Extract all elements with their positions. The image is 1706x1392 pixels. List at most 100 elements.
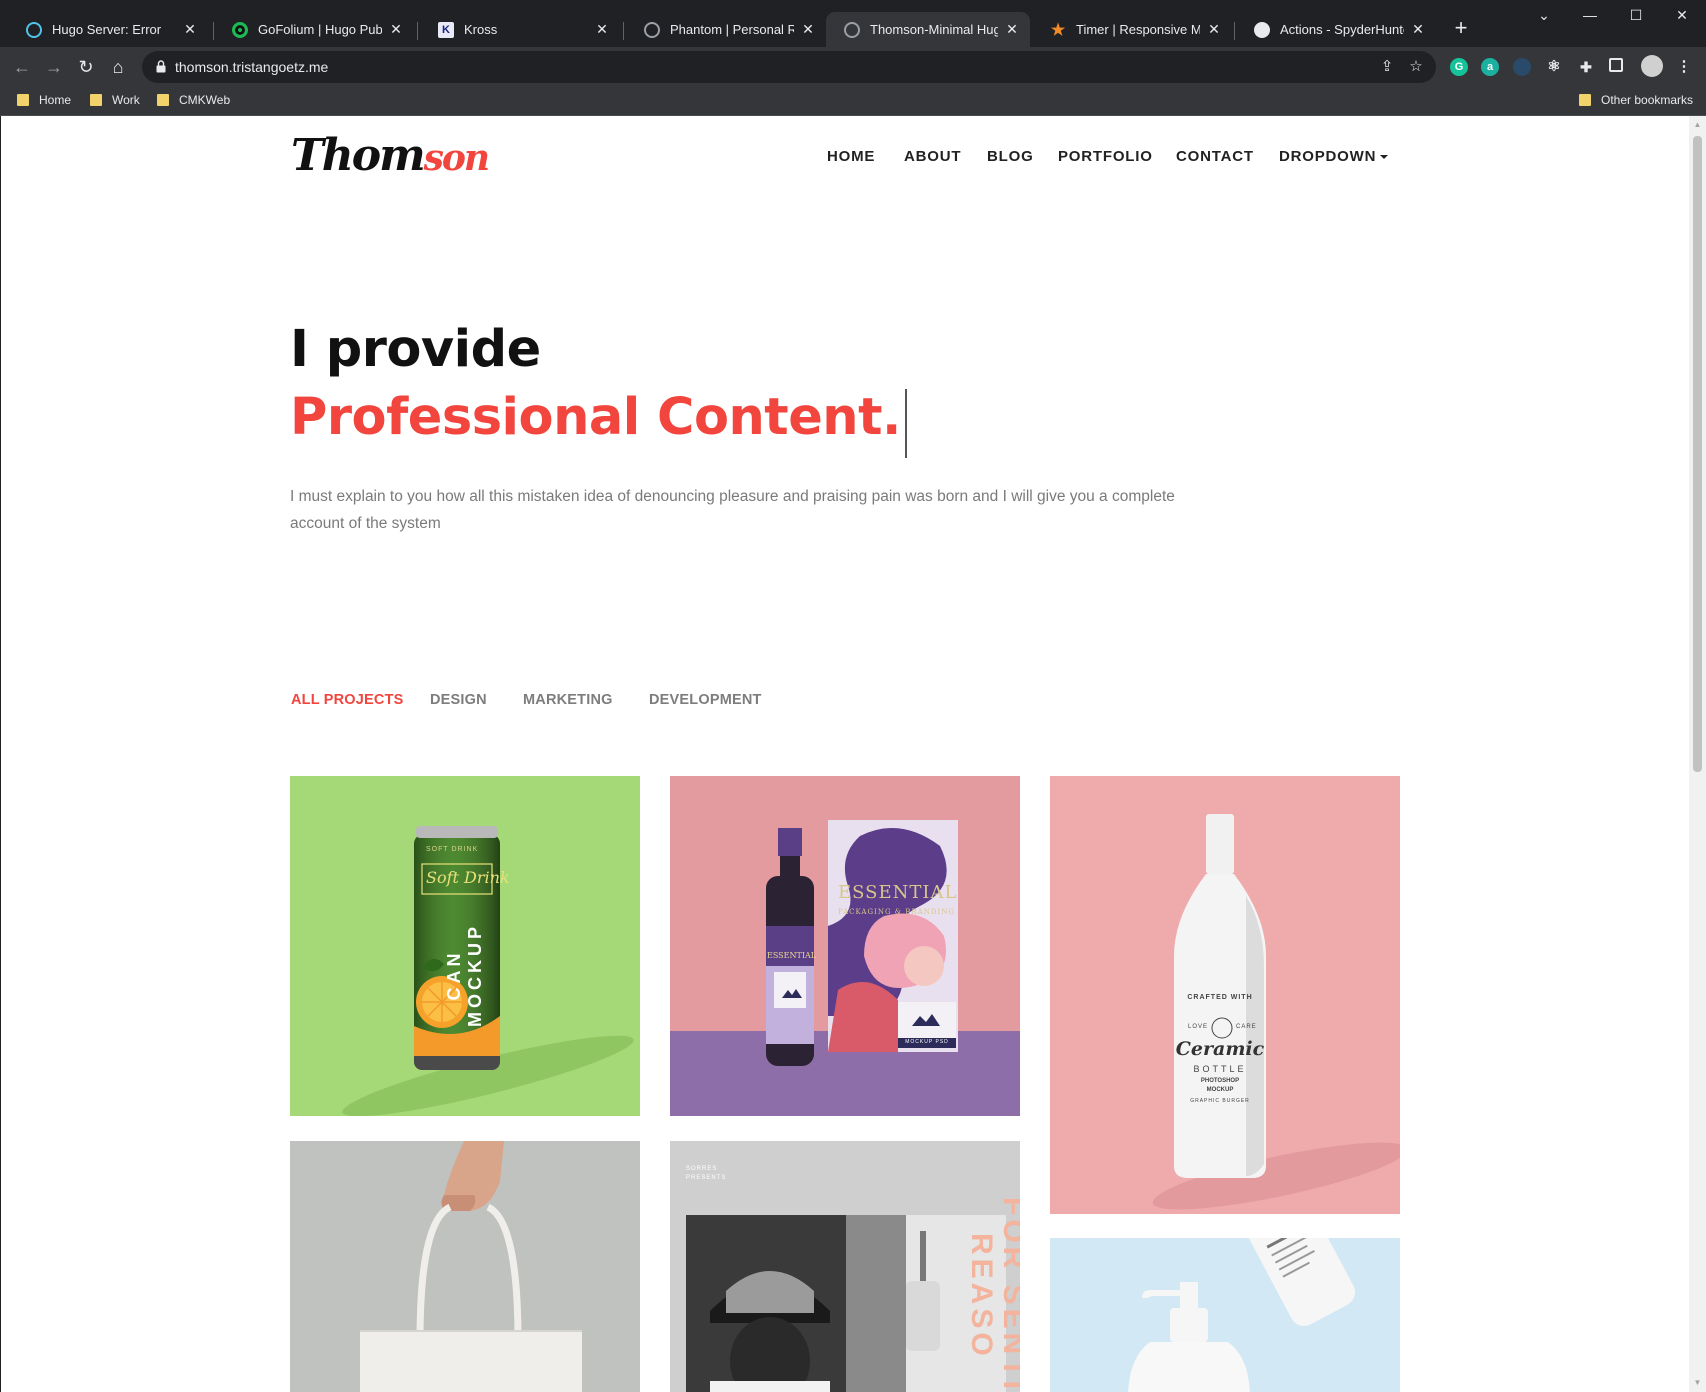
page-viewport: Thomson HOME ABOUT BLOG PORTFOLIO CONTAC… — [1, 116, 1689, 1392]
essential-box-title: ESSENTIAL — [838, 882, 958, 903]
folder-icon — [90, 94, 102, 106]
browser-menu-icon[interactable]: ⋮ — [1675, 58, 1693, 76]
bookmark-label: Home — [39, 93, 72, 107]
hero-description: I must explain to you how all this mista… — [290, 488, 1175, 532]
tab-github-actions[interactable]: Actions - SpyderHunter03/ ✕ — [1236, 12, 1436, 47]
lock-icon — [156, 60, 166, 73]
site-logo[interactable]: Thomson — [291, 130, 490, 181]
ceramic-label-line5: GRAPHIC BURGER — [1190, 1098, 1250, 1104]
bookmark-work[interactable]: Work — [90, 93, 140, 107]
profile-avatar[interactable] — [1641, 55, 1663, 77]
logo-main: Thom — [291, 130, 426, 181]
portfolio-item-soft-drink[interactable]: SOFT DRINK Soft Drink CAN MOCKUP — [290, 776, 640, 1116]
tab-title: Thomson-Minimal Hugo P — [870, 22, 998, 37]
minimize-button[interactable]: — — [1567, 0, 1613, 30]
tab-divider — [1234, 22, 1235, 40]
typing-cursor — [905, 389, 907, 458]
bookmark-label: Work — [112, 93, 140, 107]
essential-box-subtitle: PACKAGING & BRANDING — [838, 908, 955, 916]
bookmarks-bar: Home Work CMKWeb Other bookmarks — [0, 87, 1706, 116]
extension-blue-icon[interactable] — [1513, 58, 1531, 76]
back-button[interactable]: ← — [10, 55, 34, 79]
nav-dropdown[interactable]: DROPDOWN — [1279, 148, 1389, 165]
address-bar[interactable]: thomson.tristangoetz.me ⇪ ☆ — [142, 51, 1436, 83]
tab-divider — [417, 22, 418, 40]
page-scrollbar[interactable]: ▲ ▼ — [1689, 116, 1706, 1392]
can-mockup-text: CAN MOCKUP — [444, 923, 485, 1027]
portfolio-item-pump-bottle[interactable] — [1050, 1238, 1400, 1392]
caret-down-icon — [1380, 155, 1389, 160]
portfolio-item-poster[interactable]: SORRES PRESENTS FOR SENTI REASO — [670, 1141, 1020, 1392]
nav-about[interactable]: ABOUT — [904, 148, 961, 165]
portfolio-item-ceramic-bottle[interactable]: CRAFTED WITH LOVE CARE Ceramic BOTTLE PH… — [1050, 776, 1400, 1214]
forward-button[interactable]: → — [42, 55, 66, 79]
pump-bottle-image — [1128, 1238, 1356, 1392]
close-icon[interactable]: ✕ — [1004, 21, 1020, 38]
browser-toolbar: ← → ↻ ⌂ thomson.tristangoetz.me ⇪ ☆ G a … — [0, 47, 1706, 87]
close-icon[interactable]: ✕ — [1410, 21, 1426, 38]
bookmark-star-icon[interactable]: ☆ — [1407, 58, 1425, 76]
nav-home[interactable]: HOME — [827, 148, 875, 165]
ceramic-label-care: CARE — [1236, 1024, 1257, 1030]
tab-kross[interactable]: K Kross ✕ — [420, 12, 620, 47]
other-bookmarks[interactable]: Other bookmarks — [1579, 93, 1693, 107]
poster-presents: SORRES PRESENTS — [686, 1166, 727, 1181]
nav-dropdown-label: DROPDOWN — [1279, 148, 1377, 165]
share-icon[interactable]: ⇪ — [1378, 58, 1396, 76]
portfolio-item-tote-bag[interactable] — [290, 1141, 640, 1392]
filter-marketing[interactable]: MARKETING — [523, 692, 613, 708]
bookmark-label: Other bookmarks — [1601, 93, 1694, 107]
filter-design[interactable]: DESIGN — [430, 692, 487, 708]
maximize-button[interactable]: ☐ — [1613, 0, 1659, 30]
react-devtools-icon[interactable]: ⚛ — [1545, 58, 1563, 76]
tab-title: Hugo Server: Error — [52, 22, 162, 37]
hugo-icon — [26, 21, 42, 38]
scrollbar-thumb[interactable] — [1693, 136, 1702, 772]
tote-bag-image — [360, 1141, 582, 1392]
close-icon[interactable]: ✕ — [388, 21, 404, 38]
ceramic-label-bottle: BOTTLE — [1193, 1064, 1247, 1074]
globe-icon — [844, 21, 860, 38]
filter-all-projects[interactable]: ALL PROJECTS — [291, 692, 404, 708]
close-icon[interactable]: ✕ — [800, 21, 816, 38]
close-icon[interactable]: ✕ — [594, 21, 610, 38]
reload-button[interactable]: ↻ — [74, 55, 98, 79]
tab-phantom[interactable]: Phantom | Personal Resum ✕ — [626, 12, 826, 47]
bookmark-home[interactable]: Home — [17, 93, 71, 107]
can-brand-text: Soft Drink — [426, 868, 510, 887]
extensions-puzzle-icon[interactable]: ✚ — [1577, 58, 1595, 76]
hero-heading-typed: Professional Content. — [290, 388, 901, 447]
tab-timer[interactable]: ★ Timer | Responsive Multip ✕ — [1032, 12, 1232, 47]
bookmark-cmkweb[interactable]: CMKWeb — [157, 93, 230, 107]
amazon-assistant-icon[interactable]: a — [1481, 58, 1499, 76]
nav-contact[interactable]: CONTACT — [1176, 148, 1254, 165]
poster-vertical-text-1: FOR SENTI — [997, 1197, 1020, 1392]
tab-title: GoFolium | Hugo Publicati — [258, 22, 382, 37]
bookmark-label: CMKWeb — [179, 93, 231, 107]
close-icon[interactable]: ✕ — [1206, 21, 1222, 38]
tab-gofolium[interactable]: GoFolium | Hugo Publicati ✕ — [214, 12, 414, 47]
nav-blog[interactable]: BLOG — [987, 148, 1034, 165]
tab-search-icon[interactable]: ⌄ — [1521, 0, 1567, 30]
scroll-down-arrow-icon[interactable]: ▼ — [1693, 1378, 1702, 1387]
tab-divider — [623, 22, 624, 40]
close-icon[interactable]: ✕ — [182, 21, 198, 38]
kross-icon: K — [438, 21, 454, 38]
tab-title: Kross — [464, 22, 498, 37]
filter-development[interactable]: DEVELOPMENT — [649, 692, 762, 708]
ceramic-label-line3: PHOTOSHOP — [1200, 1078, 1240, 1084]
grammarly-icon[interactable]: G — [1450, 58, 1468, 76]
close-window-button[interactable]: ✕ — [1659, 0, 1705, 30]
new-tab-button[interactable]: + — [1449, 16, 1473, 40]
tab-hugo-server[interactable]: Hugo Server: Error ✕ — [8, 12, 208, 47]
side-panel-icon[interactable] — [1609, 58, 1623, 72]
scroll-up-arrow-icon[interactable]: ▲ — [1693, 120, 1702, 129]
tab-title: Actions - SpyderHunter03/ — [1280, 22, 1404, 37]
home-button[interactable]: ⌂ — [106, 55, 130, 79]
can-top-text: SOFT DRINK — [426, 846, 479, 853]
folder-icon — [1579, 94, 1591, 106]
tab-thomson[interactable]: Thomson-Minimal Hugo P ✕ — [826, 12, 1030, 47]
ceramic-label-line4: MOCKUP — [1206, 1087, 1234, 1093]
portfolio-item-essential[interactable]: ESSENTIAL PACKAGING & BRANDING ESSENTIAL… — [670, 776, 1020, 1116]
nav-portfolio[interactable]: PORTFOLIO — [1058, 148, 1153, 165]
